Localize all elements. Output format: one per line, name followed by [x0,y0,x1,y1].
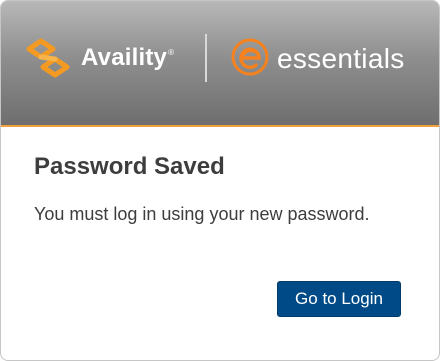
availity-wordmark: Availity [81,44,168,71]
logo-divider [205,34,207,82]
brand-header: Availity ® essentials [1,1,439,127]
password-saved-card: Availity ® essentials Password Saved You… [0,0,440,361]
confirmation-message: You must log in using your new password. [34,204,370,224]
essentials-e-icon [229,36,271,83]
essentials-wordmark: essentials [277,43,405,74]
availity-logo: Availity ® [25,33,174,83]
trademark-symbol: ® [168,47,174,57]
page-title: Password Saved [34,153,225,180]
availity-logo-icon [25,37,75,79]
go-to-login-button[interactable]: Go to Login [277,281,401,317]
essentials-logo: essentials [229,35,405,83]
